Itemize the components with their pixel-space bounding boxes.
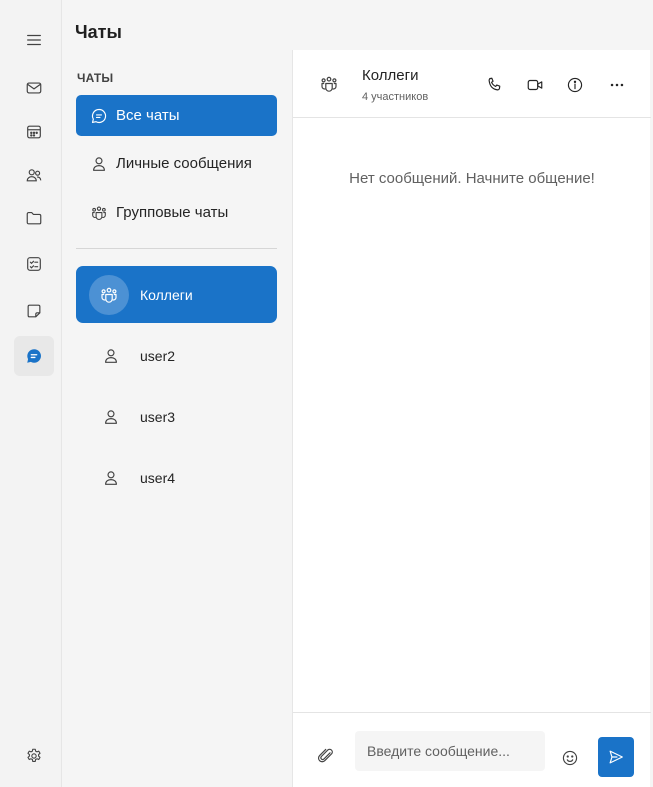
filter-group-chats[interactable]: Групповые чаты — [76, 192, 277, 233]
nav-rail — [0, 0, 62, 787]
rail-calendar-button[interactable] — [14, 112, 54, 152]
rail-files-button[interactable] — [14, 198, 54, 238]
video-call-button[interactable] — [524, 74, 546, 96]
filter-label: Групповые чаты — [116, 204, 229, 221]
calendar-icon — [27, 125, 41, 139]
video-icon — [527, 79, 543, 91]
tasks-icon — [27, 257, 41, 271]
more-icon — [610, 83, 624, 87]
app-window: Чаты ЧАТЫ Все чаты Личные сообщения Груп… — [0, 0, 653, 787]
rail-chat-button[interactable] — [14, 336, 54, 376]
chat-icon — [27, 349, 41, 363]
rail-tasks-button[interactable] — [14, 244, 54, 284]
info-icon — [567, 77, 583, 93]
chat-title: Коллеги — [362, 67, 419, 84]
person-icon — [105, 348, 117, 363]
message-composer — [293, 712, 651, 787]
chat-list-item-kollegi[interactable]: Коллеги — [76, 266, 277, 323]
chat-sidebar: Чаты ЧАТЫ Все чаты Личные сообщения Груп… — [62, 0, 292, 787]
empty-state-message: Нет сообщений. Начните общение! — [349, 170, 595, 187]
hamburger-menu-button[interactable] — [14, 20, 54, 60]
call-button[interactable] — [483, 74, 505, 96]
filter-label: Все чаты — [116, 107, 180, 124]
chat-name: user2 — [140, 347, 176, 364]
rail-people-button[interactable] — [14, 155, 54, 195]
more-options-button[interactable] — [606, 74, 628, 96]
settings-button[interactable] — [14, 736, 54, 776]
chat-name: user4 — [140, 469, 176, 486]
paperclip-icon[interactable] — [317, 747, 335, 765]
group-icon — [321, 76, 337, 92]
person-icon — [93, 156, 105, 171]
chat-list-item-user3[interactable]: user3 — [76, 388, 277, 445]
person-icon — [105, 470, 117, 485]
chat-bubble-icon — [91, 108, 107, 123]
send-icon — [609, 750, 623, 764]
chat-panel: Коллеги 4 участников Нет сообщений. Начн… — [292, 50, 651, 787]
hamburger-menu-icon — [27, 34, 41, 46]
rail-notes-button[interactable] — [14, 291, 54, 331]
sidebar-divider — [76, 248, 277, 249]
info-button[interactable] — [564, 74, 586, 96]
filter-all-chats[interactable]: Все чаты — [76, 95, 277, 136]
emoji-icon[interactable] — [561, 749, 579, 767]
message-input[interactable] — [355, 731, 545, 771]
chat-header: Коллеги 4 участников — [293, 50, 651, 118]
chat-name: Коллеги — [140, 286, 193, 303]
avatar — [89, 274, 129, 315]
note-icon — [27, 304, 41, 318]
chat-name: user3 — [140, 408, 176, 425]
folder-icon — [26, 212, 42, 225]
group-icon — [101, 287, 117, 303]
send-button[interactable] — [598, 737, 634, 777]
settings-icon — [27, 748, 41, 762]
filter-label: Личные сообщения — [116, 155, 252, 172]
page-title: Чаты — [75, 22, 122, 42]
group-icon — [92, 206, 106, 220]
mail-icon — [26, 82, 42, 94]
section-label: ЧАТЫ — [77, 71, 114, 85]
rail-mail-button[interactable] — [14, 68, 54, 108]
chat-list-item-user4[interactable]: user4 — [76, 449, 277, 506]
filter-direct-messages[interactable]: Личные сообщения — [76, 143, 277, 184]
person-icon — [105, 409, 117, 424]
phone-icon — [488, 77, 501, 91]
people-icon — [26, 169, 42, 182]
chat-list-item-user2[interactable]: user2 — [76, 327, 277, 384]
chat-member-count: 4 участников — [362, 91, 429, 103]
